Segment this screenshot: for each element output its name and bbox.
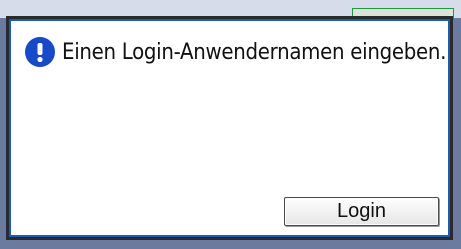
exclamation-alert-icon bbox=[25, 37, 55, 67]
dialog-message: Einen Login-Anwendernamen eingeben. bbox=[62, 39, 447, 65]
login-prompt-dialog: Einen Login-Anwendernamen eingeben. Logi… bbox=[6, 16, 453, 240]
login-button[interactable]: Login bbox=[284, 197, 439, 226]
dialog-message-row: Einen Login-Anwendernamen eingeben. bbox=[25, 37, 446, 67]
dialog-frame: Einen Login-Anwendernamen eingeben. Logi… bbox=[9, 19, 450, 237]
